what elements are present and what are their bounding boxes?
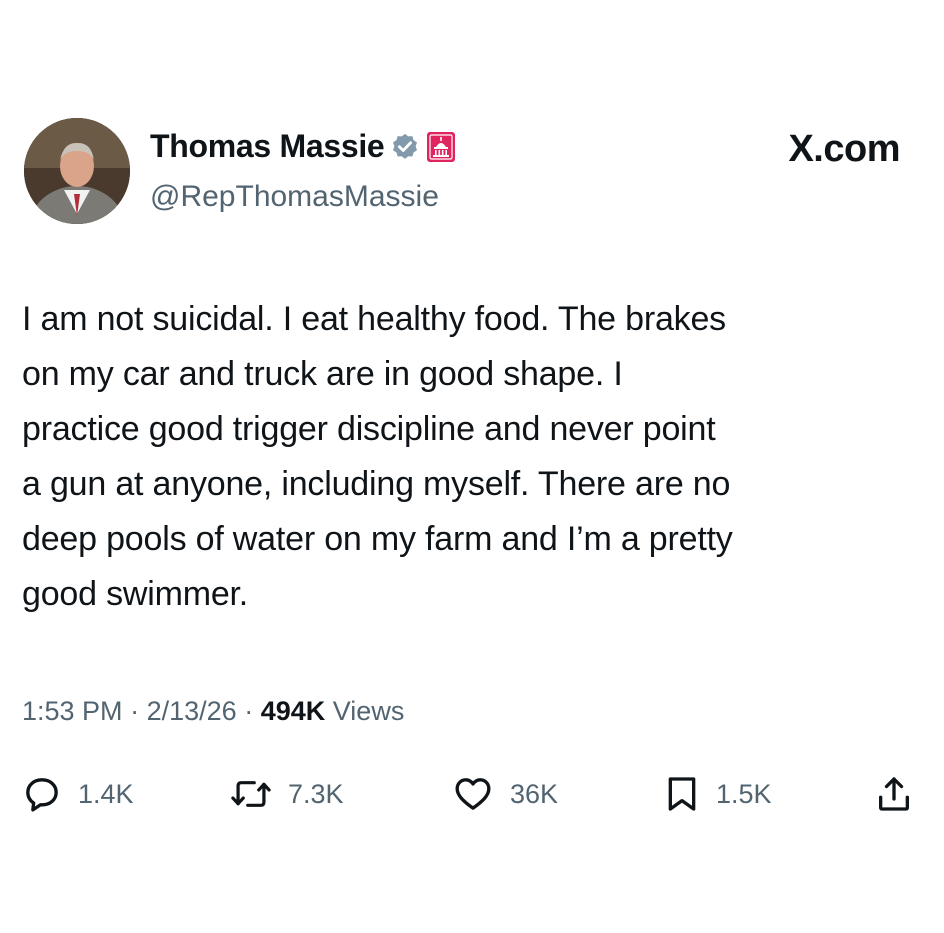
heart-icon [455, 778, 491, 810]
tweet-meta: 1:53 PM · 2/13/26 · 494K Views [22, 696, 404, 727]
tweet-date[interactable]: 2/13/26 [147, 696, 237, 726]
author-name-row: Thomas Massie [150, 128, 456, 165]
verified-badge-icon[interactable] [390, 132, 420, 162]
bookmark-button[interactable]: 1.5K [664, 770, 772, 818]
like-count: 36K [510, 778, 559, 809]
like-button[interactable]: 36K [452, 770, 558, 818]
meta-separator: · [244, 696, 254, 726]
tweet-time[interactable]: 1:53 PM [22, 696, 123, 726]
tweet-line: I am not suicidal. I eat healthy food. T… [22, 300, 726, 338]
tweet-line: a gun at anyone, including myself. There… [22, 465, 731, 503]
meta-separator: · [130, 696, 140, 726]
avatar-photo [24, 118, 130, 224]
avatar[interactable] [24, 118, 130, 224]
action-bar: 1.4K 7.3K 36K 1.5K [22, 770, 922, 818]
bookmark-count: 1.5K [716, 778, 772, 809]
bookmark-icon [668, 777, 696, 811]
tweet-line: practice good trigger discipline and nev… [22, 410, 716, 448]
share-button[interactable] [874, 770, 914, 818]
reply-icon [26, 778, 58, 812]
site-label: X.com [788, 128, 900, 170]
views-label: Views [332, 696, 405, 726]
author-handle[interactable]: @RepThomasMassie [150, 180, 439, 214]
repost-button[interactable]: 7.3K [230, 770, 344, 818]
tweet-line: deep pools of water on my farm and I’m a… [22, 520, 733, 558]
tweet-line: on my car and truck are in good shape. I [22, 355, 623, 393]
tweet-line: good swimmer. [22, 575, 249, 613]
repost-icon [231, 781, 271, 807]
reply-count: 1.4K [78, 778, 134, 809]
capitol-badge-icon[interactable] [426, 131, 456, 163]
repost-count: 7.3K [288, 778, 344, 809]
tweet-text: I am not suicidal. I eat healthy food. T… [22, 292, 922, 622]
author-display-name[interactable]: Thomas Massie [150, 128, 385, 165]
reply-button[interactable]: 1.4K [22, 770, 134, 818]
share-icon [879, 777, 909, 811]
views-count[interactable]: 494K [261, 696, 326, 726]
